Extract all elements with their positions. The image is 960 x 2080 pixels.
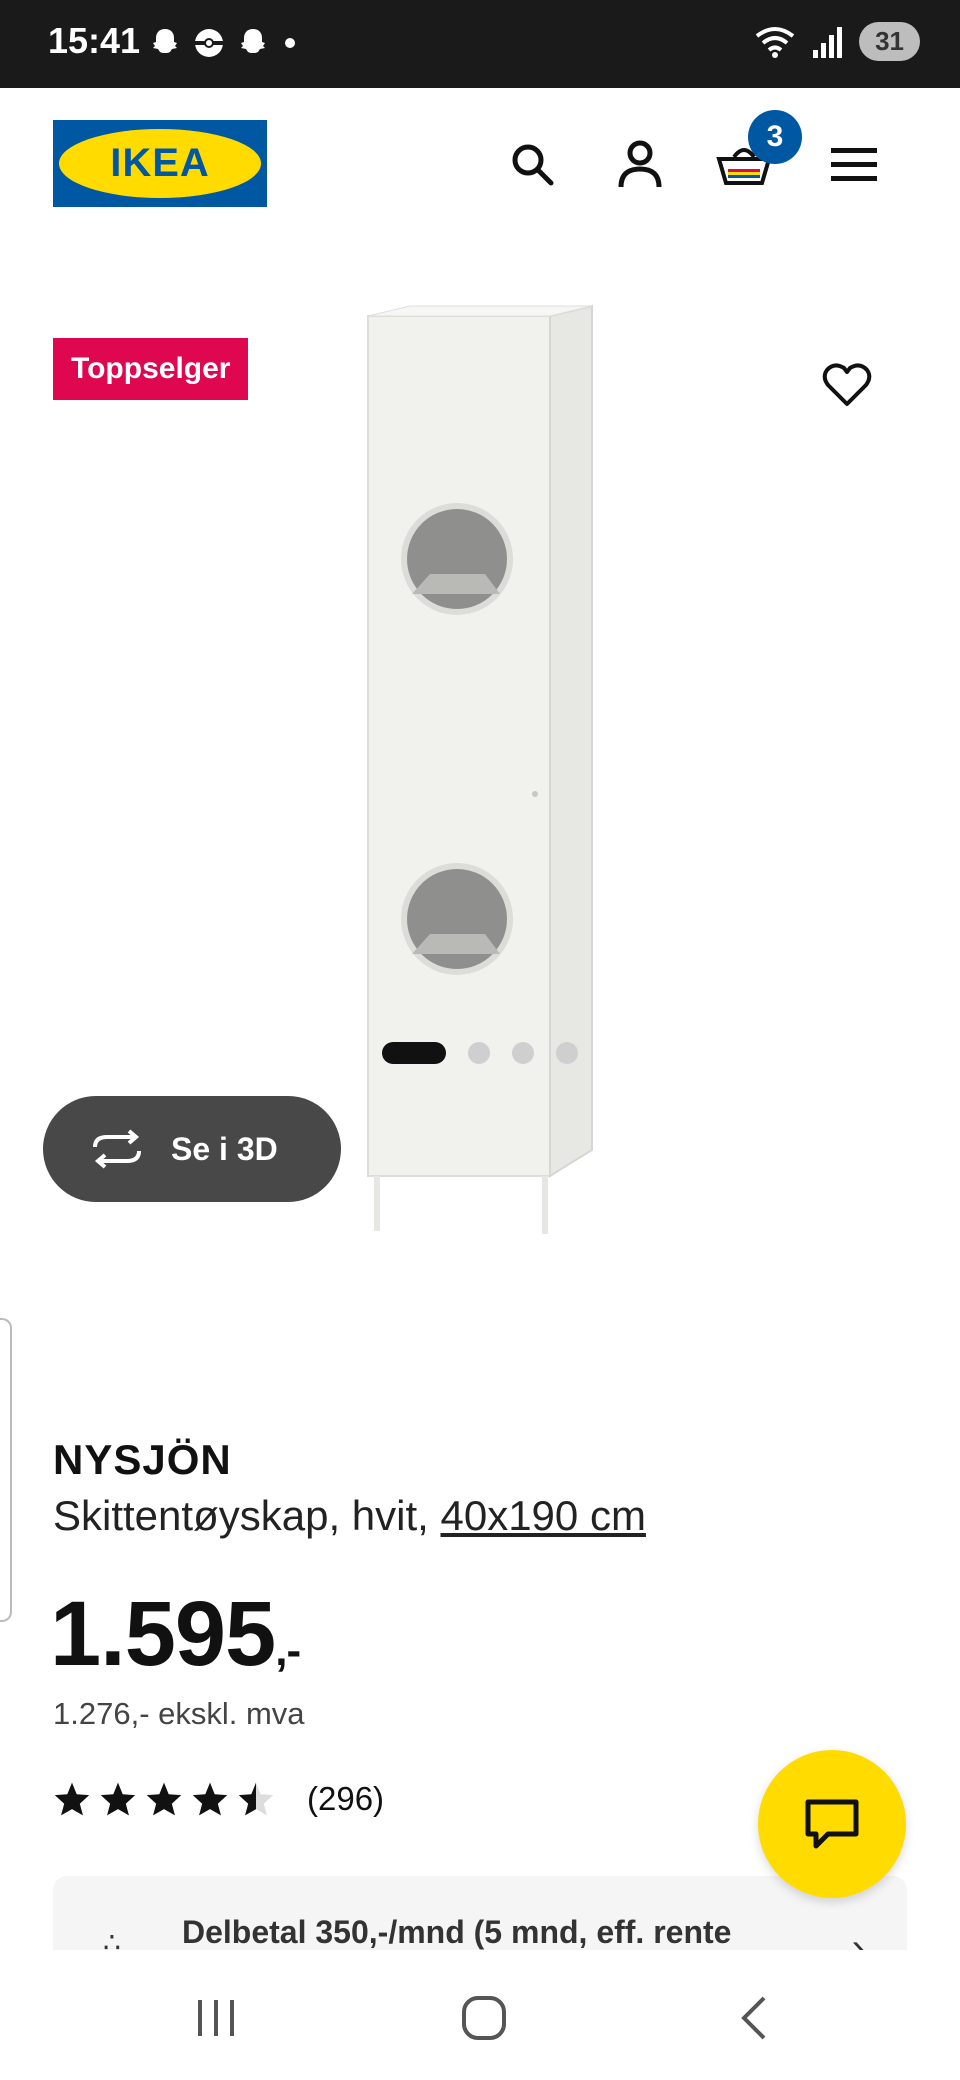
menu-button[interactable] — [822, 132, 886, 196]
product-name: NYSJÖN — [53, 1436, 232, 1483]
recent-apps-icon — [198, 2000, 234, 2036]
home-button[interactable] — [444, 1988, 524, 2048]
dot-icon — [285, 38, 295, 48]
rotate-3d-icon — [93, 1129, 141, 1169]
view-3d-label: Se i 3D — [171, 1130, 278, 1167]
product-price: 1.595,- — [50, 1582, 301, 1687]
product-image — [367, 304, 593, 1234]
payment-banner[interactable]: ∴ Delbetal 350,-/mnd (5 mnd, eff. rente … — [53, 1876, 907, 1960]
notification-icons — [148, 26, 300, 60]
product-rating[interactable]: (296) — [53, 1780, 384, 1818]
logo-text: IKEA — [59, 129, 261, 198]
rating-stars — [53, 1781, 275, 1817]
back-button[interactable] — [714, 1988, 794, 2048]
size-link[interactable]: 40x190 cm — [440, 1492, 645, 1539]
pagination-dot[interactable] — [556, 1042, 578, 1064]
status-bar: 15:41 31 — [0, 0, 960, 88]
payment-text: Delbetal 350,-/mnd (5 mnd, eff. rente — [182, 1914, 732, 1950]
star-full-icon — [100, 1782, 136, 1816]
heart-icon — [822, 363, 872, 406]
star-half-icon — [238, 1782, 274, 1816]
cart-count-badge: 3 — [748, 110, 802, 164]
pokeball-icon — [195, 29, 223, 57]
wifi-icon — [755, 26, 795, 58]
product-gallery[interactable]: Toppselger Se i 3D — [0, 244, 960, 1344]
snapchat-icon — [241, 29, 265, 53]
top-seller-badge: Toppselger — [53, 338, 249, 400]
star-full-icon — [54, 1782, 90, 1816]
star-full-icon — [192, 1782, 228, 1816]
recent-apps-button[interactable] — [176, 1988, 256, 2048]
image-pagination — [0, 1042, 960, 1064]
snapchat-icon — [153, 29, 177, 53]
hamburger-menu-icon — [831, 148, 877, 181]
favorite-button[interactable] — [822, 362, 872, 413]
pagination-dot[interactable] — [512, 1042, 534, 1064]
star-full-icon — [146, 1782, 182, 1816]
signal-icon — [813, 26, 843, 58]
product-description: Skittentøyskap, hvit, 40x190 cm — [53, 1492, 646, 1540]
battery-indicator: 31 — [859, 22, 920, 61]
view-3d-button[interactable]: Se i 3D — [43, 1096, 341, 1202]
search-button[interactable] — [500, 132, 564, 196]
user-icon — [618, 140, 662, 188]
review-count: (296) — [307, 1780, 385, 1817]
system-icons: 31 — [753, 22, 920, 61]
search-icon — [512, 144, 554, 186]
price-suffix: ,- — [275, 1626, 301, 1675]
status-time: 15:41 — [48, 20, 141, 61]
chat-bubble-icon — [805, 1799, 859, 1849]
account-button[interactable] — [608, 132, 672, 196]
site-header: IKEA — [0, 88, 960, 244]
side-panel-handle[interactable] — [0, 1318, 12, 1622]
price-amount: 1.595 — [50, 1583, 276, 1685]
product-type: Skittentøyskap, hvit, — [53, 1492, 441, 1539]
price-excl-vat: 1.276,- ekskl. mva — [53, 1696, 305, 1731]
home-icon — [462, 1996, 506, 2040]
ikea-logo[interactable]: IKEA — [53, 120, 267, 207]
pagination-dot-active[interactable] — [382, 1042, 446, 1064]
pagination-dot[interactable] — [468, 1042, 490, 1064]
system-nav-bar — [0, 1950, 960, 2080]
back-icon — [741, 1996, 766, 2040]
chat-button[interactable] — [758, 1750, 906, 1898]
